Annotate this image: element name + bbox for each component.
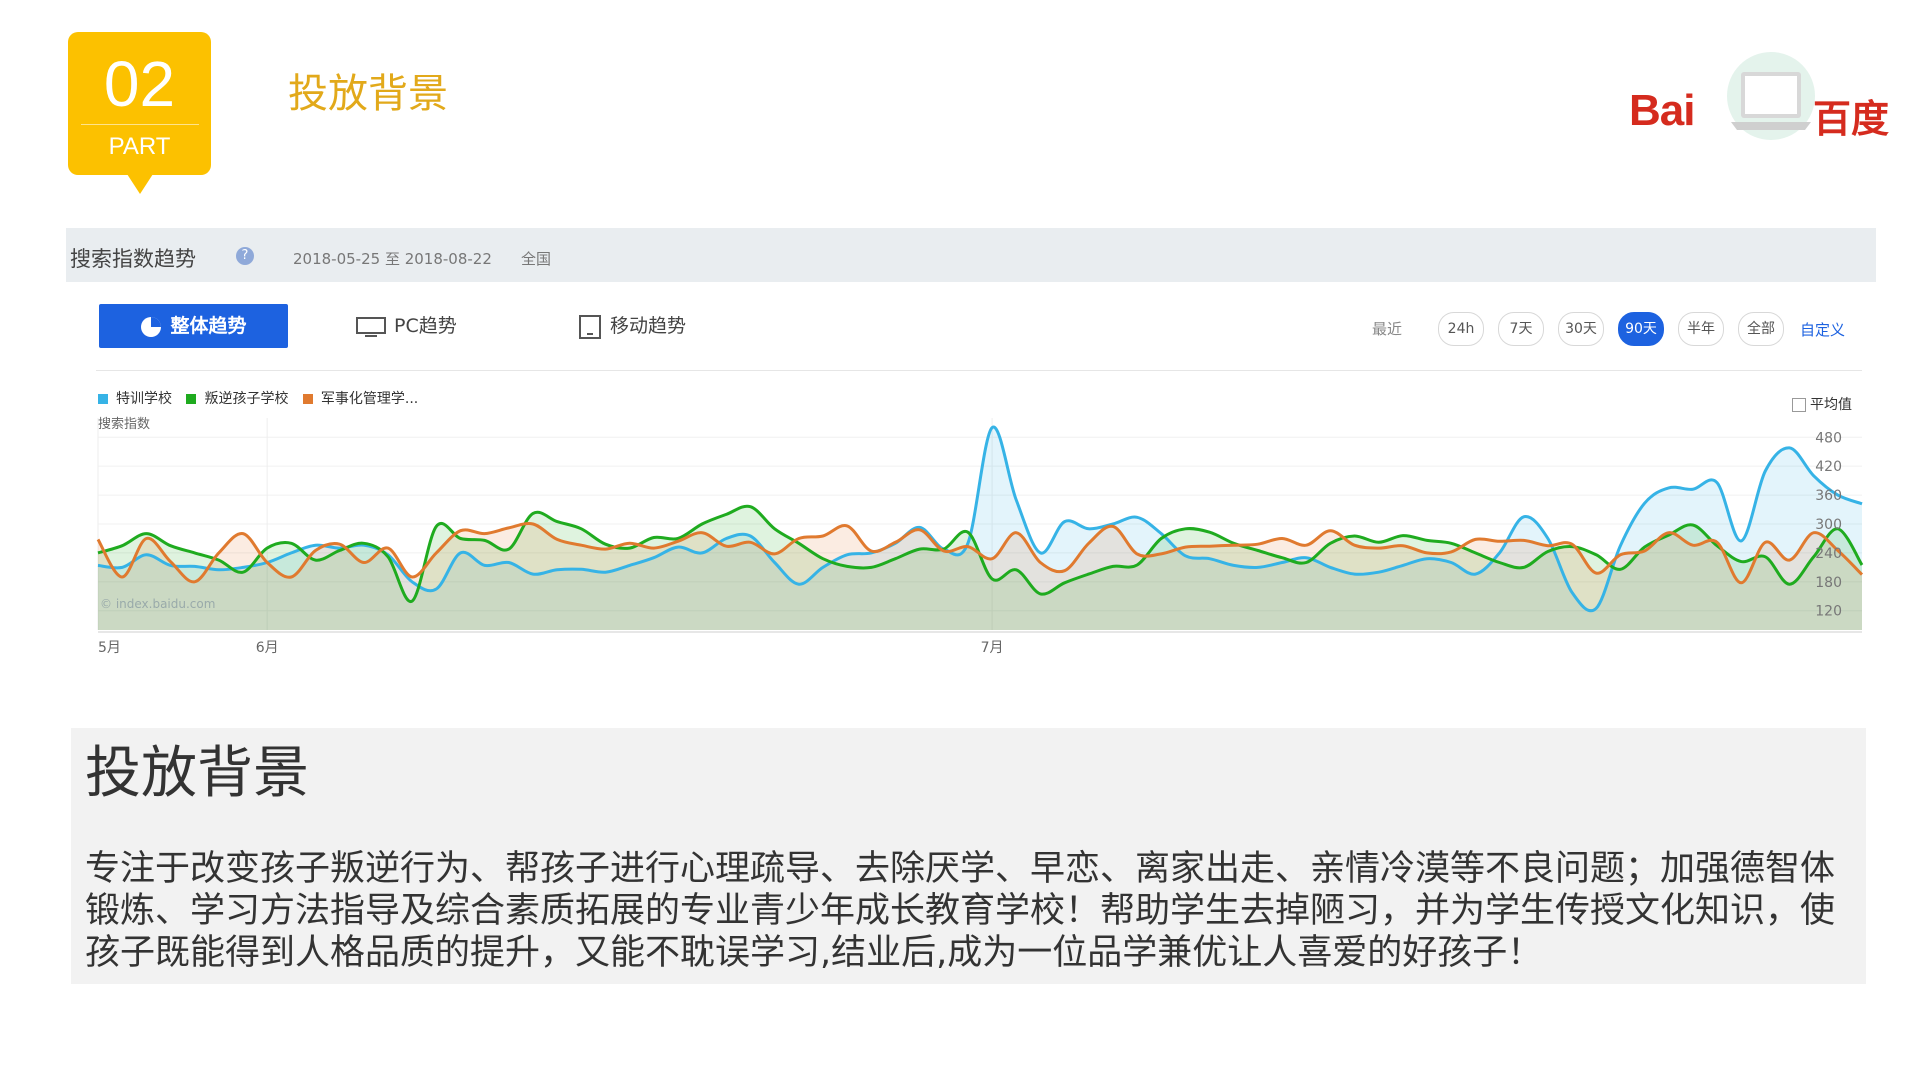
y-tick-label: 360	[1815, 488, 1842, 504]
laptop-icon	[1727, 52, 1815, 140]
y-tick-label: 120	[1815, 604, 1842, 620]
background-section: 投放背景 专注于改变孩子叛逆行为、帮孩子进行心理疏导、去除厌学、早恋、离家出走、…	[71, 728, 1866, 984]
baidu-logo: Bai 百度	[1625, 48, 1895, 148]
trend-chart: 搜索指数 © index.baidu.com 120 180 240 300 360 42…	[96, 417, 1864, 656]
y-tick-label: 240	[1815, 546, 1842, 562]
x-tick-label: 5月	[98, 640, 121, 656]
y-tick-label: 180	[1815, 575, 1842, 591]
pie-chart-icon	[141, 316, 162, 337]
date-range: 2018-05-25 至 2018-08-22	[293, 250, 492, 268]
tab-pc-trend[interactable]: PC趋势	[356, 304, 457, 348]
range-7d-button[interactable]: 7天	[1498, 312, 1544, 346]
range-30d-button[interactable]: 30天	[1558, 312, 1604, 346]
chart-watermark: © index.baidu.com	[100, 597, 215, 611]
range-half-year-button[interactable]: 半年	[1678, 312, 1724, 346]
legend-swatch	[186, 394, 197, 404]
tab-mobile-trend[interactable]: 移动趋势	[578, 304, 686, 348]
part-number: 02	[103, 48, 176, 120]
tab-pc-label: PC趋势	[394, 315, 457, 337]
range-all-button[interactable]: 全部	[1738, 312, 1784, 346]
y-axis-label: 搜索指数	[98, 417, 150, 432]
part-badge: 02 PART	[68, 32, 211, 175]
x-tick-label: 7月	[981, 640, 1004, 656]
logo-text-baidu: 百度	[1813, 97, 1890, 141]
tab-overall-label: 整体趋势	[170, 315, 247, 337]
part-label: PART	[108, 133, 171, 160]
toolbar-divider	[96, 370, 1862, 371]
tab-mobile-label: 移动趋势	[610, 315, 687, 337]
legend-label: 叛逆孩子学校	[204, 391, 289, 407]
section-title: 投放背景	[85, 741, 309, 806]
tablet-icon	[579, 314, 601, 339]
legend-item[interactable]: 特训学校	[98, 388, 172, 408]
legend-item[interactable]: 军事化管理学...	[302, 388, 419, 408]
page-title: 投放背景	[288, 71, 448, 117]
custom-range-link[interactable]: 自定义	[1800, 319, 1845, 340]
chart-areas	[98, 426, 1862, 630]
range-90d-button[interactable]: 90天	[1618, 312, 1664, 346]
y-tick-label: 480	[1815, 430, 1842, 446]
x-tick-label: 6月	[256, 640, 279, 656]
chart-legend: 特训学校 叛逆孩子学校 军事化管理学...	[98, 388, 428, 408]
badge-pointer	[127, 174, 153, 194]
x-axis-ticks: 5月6月7月8月	[98, 640, 1004, 656]
y-tick-label: 420	[1815, 459, 1842, 475]
tab-overall-trend[interactable]: 整体趋势	[99, 304, 288, 348]
monitor-icon	[356, 316, 386, 337]
legend-item[interactable]: 叛逆孩子学校	[186, 388, 288, 408]
logo-text-bai: Bai	[1629, 86, 1695, 135]
panel-header: 搜索指数趋势 ? 2018-05-25 至 2018-08-22 全国	[66, 228, 1876, 282]
section-body: 专注于改变孩子叛逆行为、帮孩子进行心理疏导、去除厌学、早恋、离家出走、亲情冷漠等…	[85, 849, 1836, 973]
help-icon[interactable]: ?	[236, 247, 254, 265]
badge-divider	[80, 124, 199, 125]
legend-label: 特训学校	[116, 391, 172, 407]
search-index-panel: 搜索指数趋势 ? 2018-05-25 至 2018-08-22 全国 整体趋势…	[66, 228, 1876, 690]
panel-title: 搜索指数趋势	[70, 247, 196, 271]
y-tick-label: 300	[1815, 517, 1842, 533]
region-label: 全国	[521, 250, 552, 268]
legend-label: 军事化管理学...	[320, 391, 419, 407]
range-label: 最近	[1372, 320, 1403, 338]
legend-swatch	[302, 394, 313, 404]
legend-swatch	[98, 394, 108, 404]
range-24h-button[interactable]: 24h	[1438, 312, 1484, 346]
